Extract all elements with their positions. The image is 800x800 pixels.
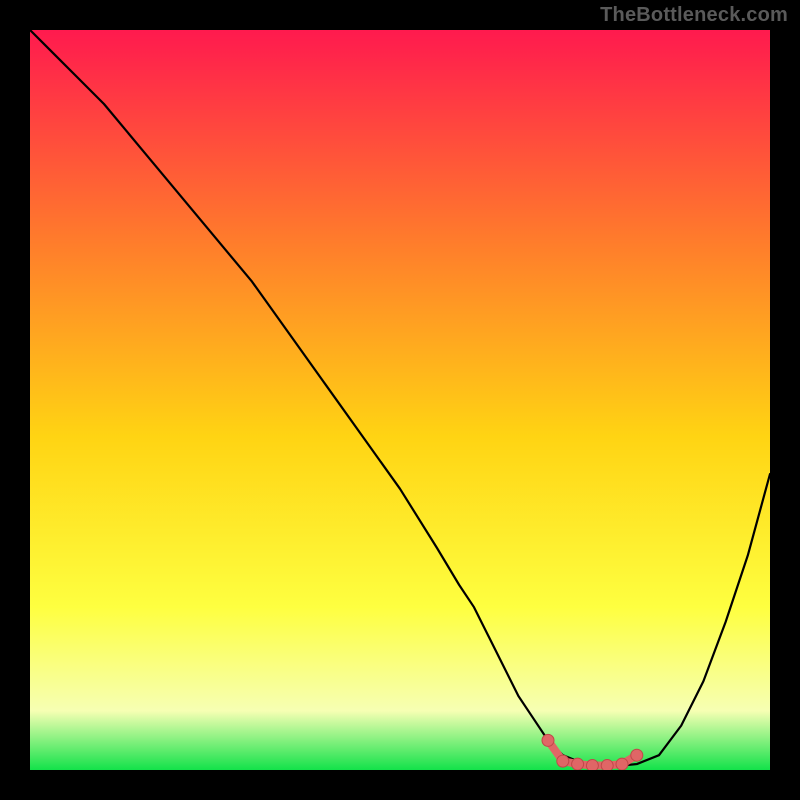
optimal-range-marker (557, 755, 569, 767)
optimal-range-marker (631, 749, 643, 761)
optimal-range-marker (586, 760, 598, 770)
optimal-range-marker (601, 760, 613, 770)
plot-area (30, 30, 770, 770)
watermark-text: TheBottleneck.com (600, 4, 788, 27)
optimal-range-marker (542, 734, 554, 746)
chart-container: TheBottleneck.com (0, 0, 800, 800)
chart-svg (30, 30, 770, 770)
gradient-background (30, 30, 770, 770)
optimal-range-marker (616, 758, 628, 770)
optimal-range-marker (572, 758, 584, 770)
